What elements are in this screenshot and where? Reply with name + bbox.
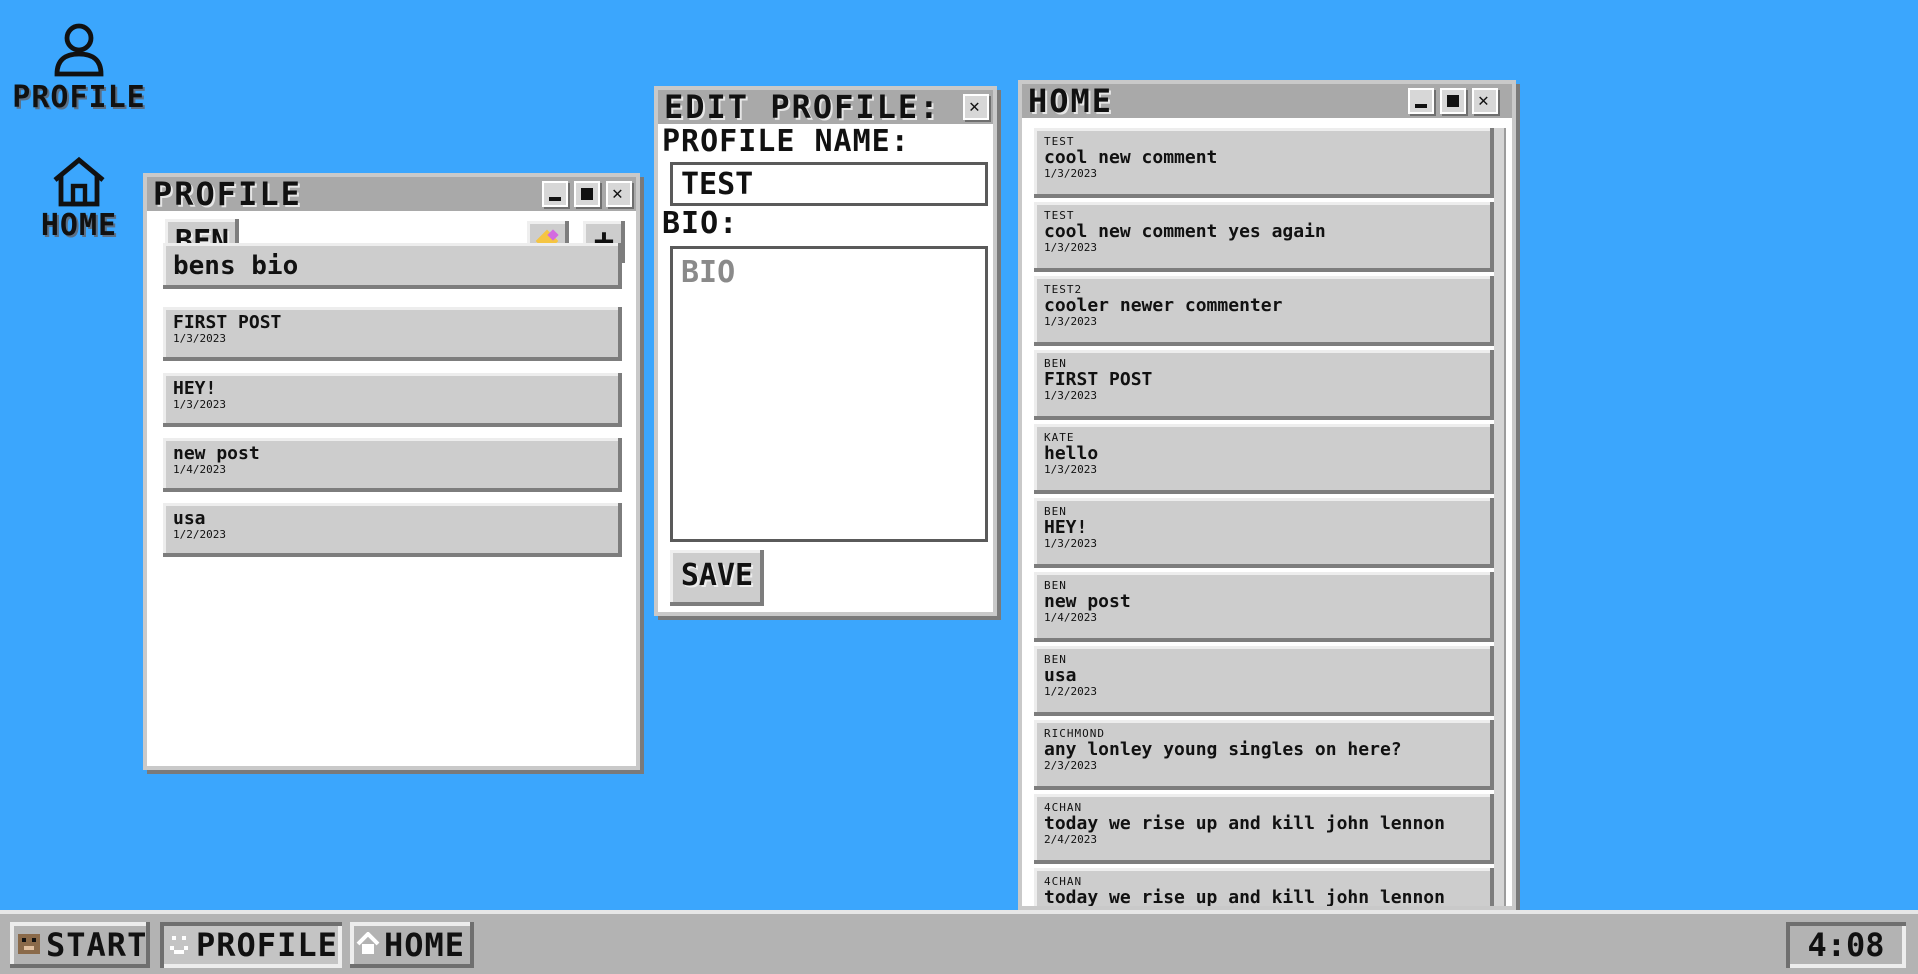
feed-date: 1/3/2023 [1044, 389, 1097, 402]
post-date: 1/3/2023 [173, 398, 226, 411]
feed-date: 1/3/2023 [1044, 241, 1097, 254]
bio-label: BIO: [662, 206, 739, 241]
profile-post[interactable]: HEY! 1/3/2023 [163, 373, 622, 427]
profile-name-input[interactable] [670, 162, 988, 206]
maximize-button[interactable] [574, 181, 600, 207]
start-icon [16, 926, 42, 964]
home-window: HOME ✕ TEST cool new comment 1/3/2023 TE… [1018, 80, 1516, 910]
taskbar-home-label: HOME [384, 926, 466, 964]
close-button[interactable]: ✕ [1472, 88, 1498, 114]
minimize-icon [1415, 104, 1427, 108]
post-title: new post [173, 443, 260, 464]
profile-post[interactable]: usa 1/2/2023 [163, 503, 622, 557]
feed-item[interactable]: BEN FIRST POST 1/3/2023 [1034, 350, 1494, 420]
home-scrollbar[interactable] [1494, 128, 1506, 906]
profile-bio: bens bio [163, 243, 622, 289]
minimize-icon [549, 197, 561, 201]
post-title: usa [173, 508, 206, 529]
feed-item[interactable]: TEST cool new comment yes again 1/3/2023 [1034, 202, 1494, 272]
person-icon [54, 23, 104, 77]
close-icon: ✕ [1478, 90, 1489, 111]
feed-item[interactable]: TEST2 cooler newer commenter 1/3/2023 [1034, 276, 1494, 346]
feed-text: new post [1044, 591, 1131, 612]
feed-text: hello [1044, 443, 1099, 464]
smiley-icon [166, 926, 192, 964]
profile-window: PROFILE ✕ BEN + bens bio FIRST POST 1/3/… [143, 173, 640, 770]
window-title: EDIT PROFILE: [664, 88, 941, 126]
start-button[interactable]: START [10, 922, 150, 968]
house-icon [53, 156, 105, 207]
close-icon: ✕ [969, 96, 980, 117]
feed-date: 1/3/2023 [1044, 167, 1097, 180]
desktop-icon-label: HOME [40, 208, 118, 243]
save-button[interactable]: SAVE [670, 550, 764, 606]
feed-date: 1/2/2023 [1044, 685, 1097, 698]
minimize-button[interactable] [1408, 88, 1434, 114]
post-date: 1/2/2023 [173, 528, 226, 541]
feed-user: BEN [1044, 653, 1067, 666]
taskbar-profile-button[interactable]: PROFILE [160, 922, 342, 968]
desktop-icon-home[interactable]: HOME [4, 154, 154, 243]
maximize-icon [581, 188, 593, 200]
profile-titlebar[interactable]: PROFILE ✕ [147, 175, 636, 213]
close-icon: ✕ [612, 183, 623, 204]
profile-post[interactable]: FIRST POST 1/3/2023 [163, 307, 622, 361]
edit-titlebar[interactable]: EDIT PROFILE: ✕ [658, 88, 993, 126]
feed-date: 1/3/2023 [1044, 463, 1097, 476]
close-button[interactable]: ✕ [963, 94, 989, 120]
feed-item[interactable]: BEN new post 1/4/2023 [1034, 572, 1494, 642]
feed-date: 2/4/2023 [1044, 833, 1097, 846]
feed-date: 2/3/2023 [1044, 759, 1097, 772]
taskbar-home-button[interactable]: HOME [350, 922, 474, 968]
start-label: START [46, 926, 148, 964]
window-title: PROFILE [153, 175, 302, 213]
house-icon [356, 926, 380, 964]
feed-user: BEN [1044, 505, 1067, 518]
taskbar-profile-label: PROFILE [196, 926, 338, 964]
bio-input[interactable] [670, 246, 988, 542]
profile-name-label: PROFILE NAME: [662, 124, 910, 159]
post-date: 1/3/2023 [173, 332, 226, 345]
feed-date: 1/3/2023 [1044, 537, 1097, 550]
home-titlebar[interactable]: HOME ✕ [1022, 82, 1512, 120]
feed-text: cool new comment yes again [1044, 221, 1326, 242]
profile-post[interactable]: new post 1/4/2023 [163, 438, 622, 492]
feed-date: 1/4/2023 [1044, 611, 1097, 624]
feed-text: HEY! [1044, 517, 1088, 538]
feed-item[interactable]: BEN HEY! 1/3/2023 [1034, 498, 1494, 568]
close-button[interactable]: ✕ [606, 181, 632, 207]
feed-text: FIRST POST [1044, 369, 1153, 390]
feed-text: any lonley young singles on here? [1044, 739, 1402, 760]
feed-item[interactable]: RICHMOND any lonley young singles on her… [1034, 720, 1494, 790]
feed-item[interactable]: TEST cool new comment 1/3/2023 [1034, 128, 1494, 198]
feed-text: today we rise up and kill john lennon [1044, 813, 1445, 834]
home-feed[interactable]: TEST cool new comment 1/3/2023 TEST cool… [1034, 128, 1494, 908]
maximize-icon [1447, 95, 1459, 107]
window-title: HOME [1028, 82, 1114, 120]
post-title: FIRST POST [173, 312, 282, 333]
post-date: 1/4/2023 [173, 463, 226, 476]
feed-item[interactable]: 4CHAN today we rise up and kill john len… [1034, 868, 1494, 908]
feed-date: 1/3/2023 [1044, 315, 1097, 328]
feed-user: KATE [1044, 431, 1075, 444]
feed-text: today we rise up and kill john lennon [1044, 887, 1445, 908]
feed-text: cool new comment [1044, 147, 1218, 168]
feed-text: cooler newer commenter [1044, 295, 1283, 316]
feed-item[interactable]: KATE hello 1/3/2023 [1034, 424, 1494, 494]
feed-text: usa [1044, 665, 1077, 686]
edit-profile-window: EDIT PROFILE: ✕ PROFILE NAME: BIO: SAVE [654, 86, 997, 616]
taskbar: START PROFILE HOME 4:08 [0, 910, 1918, 974]
clock: 4:08 [1786, 922, 1906, 968]
post-title: HEY! [173, 378, 217, 399]
maximize-button[interactable] [1440, 88, 1466, 114]
feed-item[interactable]: 4CHAN today we rise up and kill john len… [1034, 794, 1494, 864]
desktop-icon-profile[interactable]: PROFILE [4, 20, 154, 115]
desktop-icon-label: PROFILE [12, 80, 146, 115]
feed-item[interactable]: BEN usa 1/2/2023 [1034, 646, 1494, 716]
minimize-button[interactable] [542, 181, 568, 207]
